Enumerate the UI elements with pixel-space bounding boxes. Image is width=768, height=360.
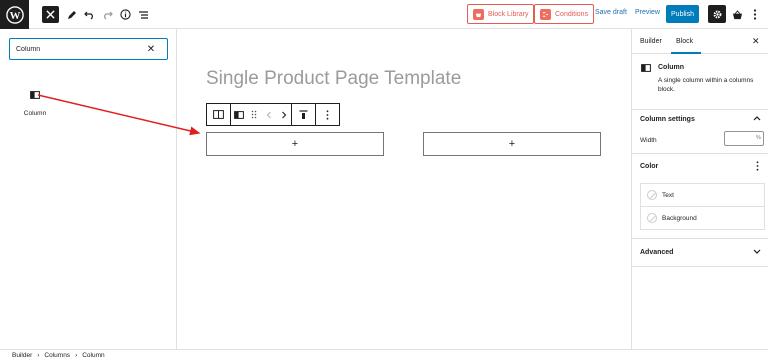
publish-button[interactable]: Publish bbox=[666, 5, 699, 23]
conditions-button[interactable]: Conditions bbox=[534, 4, 595, 24]
tab-builder[interactable]: Builder bbox=[640, 38, 662, 45]
breadcrumb-separator-icon: › bbox=[75, 351, 78, 359]
width-input[interactable]: % bbox=[724, 131, 764, 146]
move-left-button[interactable] bbox=[261, 104, 276, 125]
preview-button[interactable]: Preview bbox=[635, 9, 660, 16]
chevron-down-icon[interactable] bbox=[753, 248, 761, 257]
pencil-icon bbox=[67, 10, 76, 19]
color-item-label: Text bbox=[662, 191, 674, 199]
vertical-ellipsis-icon bbox=[753, 9, 756, 20]
block-library-label: Block Library bbox=[488, 10, 529, 18]
column-block-icon bbox=[30, 91, 40, 99]
block-mover-group bbox=[231, 103, 292, 126]
close-inserter-button[interactable] bbox=[42, 6, 59, 23]
close-sidebar-icon[interactable]: ✕ bbox=[752, 36, 760, 47]
color-item-background[interactable]: Background bbox=[640, 206, 765, 230]
settings-sidebar: Builder Block ✕ Column A single column w… bbox=[631, 29, 768, 349]
add-block-icon[interactable]: + bbox=[292, 138, 298, 150]
chevron-left-icon bbox=[266, 111, 271, 118]
parent-block-selector[interactable] bbox=[206, 103, 231, 126]
block-search: ✕ bbox=[9, 38, 168, 60]
redo-icon bbox=[104, 11, 113, 19]
block-type-button[interactable] bbox=[231, 104, 246, 125]
top-toolbar: W Block Library Conditions Save draft Pr… bbox=[0, 0, 768, 29]
sidebar-tabs: Builder Block ✕ bbox=[632, 29, 768, 54]
columns-icon bbox=[213, 110, 224, 119]
color-options-icon[interactable] bbox=[756, 161, 759, 173]
conditions-label: Conditions bbox=[555, 10, 589, 18]
clear-search-icon[interactable]: ✕ bbox=[145, 43, 157, 55]
vertical-ellipsis-icon bbox=[326, 109, 329, 120]
gear-icon bbox=[713, 10, 721, 18]
breadcrumb-item[interactable]: Columns bbox=[44, 352, 70, 359]
conditions-icon bbox=[540, 8, 551, 20]
vertical-align-button[interactable] bbox=[292, 103, 316, 126]
details-button[interactable] bbox=[117, 6, 134, 23]
close-icon bbox=[46, 10, 55, 19]
chevron-right-icon bbox=[281, 111, 286, 118]
breadcrumb-item[interactable]: Builder bbox=[12, 352, 32, 359]
empty-swatch-icon bbox=[647, 213, 657, 223]
column-block-icon bbox=[233, 110, 244, 119]
block-name: Column bbox=[658, 64, 685, 71]
block-result-column[interactable]: Column bbox=[14, 87, 56, 121]
width-unit[interactable]: % bbox=[756, 135, 761, 141]
undo-icon bbox=[84, 11, 93, 19]
info-icon bbox=[120, 9, 131, 20]
color-item-text[interactable]: Text bbox=[640, 183, 765, 207]
column-settings-title[interactable]: Column settings bbox=[640, 116, 695, 123]
block-card: Column A single column within a columns … bbox=[632, 54, 768, 110]
add-block-icon[interactable]: + bbox=[509, 138, 515, 150]
color-panel: Color Text Background bbox=[632, 154, 768, 239]
woocommerce-button[interactable] bbox=[729, 6, 746, 23]
block-inserter-panel: ✕ Column bbox=[0, 29, 177, 349]
align-top-icon bbox=[299, 109, 308, 119]
column-settings-panel: Column settings Width % bbox=[632, 110, 768, 154]
column-block-1[interactable]: + bbox=[206, 132, 384, 156]
page-title[interactable]: Single Product Page Template bbox=[206, 68, 461, 90]
block-description: A single column within a columns block. bbox=[658, 77, 754, 93]
color-item-label: Background bbox=[662, 214, 697, 222]
block-library-button[interactable]: Block Library bbox=[467, 4, 535, 24]
breadcrumb-item[interactable]: Column bbox=[82, 352, 104, 359]
list-view-icon bbox=[139, 10, 148, 19]
move-right-button[interactable] bbox=[276, 104, 291, 125]
block-library-icon bbox=[473, 8, 484, 20]
advanced-panel[interactable]: Advanced bbox=[632, 239, 768, 267]
block-search-input[interactable] bbox=[16, 44, 136, 55]
drag-handle[interactable] bbox=[246, 104, 261, 125]
options-menu-button[interactable] bbox=[746, 6, 763, 23]
empty-swatch-icon bbox=[647, 190, 657, 200]
tools-button[interactable] bbox=[63, 6, 80, 23]
editor-canvas: Single Product Page Template + + bbox=[177, 29, 631, 349]
width-label: Width bbox=[640, 137, 657, 144]
breadcrumb-separator-icon: › bbox=[37, 351, 40, 359]
column-block-icon bbox=[641, 64, 651, 72]
list-view-button[interactable] bbox=[135, 6, 152, 23]
save-draft-button[interactable]: Save draft bbox=[595, 9, 627, 16]
color-title: Color bbox=[640, 163, 659, 170]
basket-icon bbox=[732, 9, 743, 19]
svg-text:W: W bbox=[9, 10, 20, 22]
undo-button[interactable] bbox=[81, 6, 98, 23]
drag-handle-icon bbox=[251, 110, 256, 119]
column-block-2[interactable]: + bbox=[423, 132, 601, 156]
chevron-up-icon[interactable] bbox=[753, 114, 761, 123]
block-result-label: Column bbox=[23, 110, 47, 117]
redo-button[interactable] bbox=[99, 6, 116, 23]
tab-block[interactable]: Block bbox=[676, 38, 693, 45]
block-toolbar bbox=[206, 103, 340, 126]
advanced-title[interactable]: Advanced bbox=[640, 249, 673, 256]
settings-button[interactable] bbox=[708, 5, 726, 23]
breadcrumb: Builder › Columns › Column bbox=[0, 349, 768, 360]
wordpress-logo-icon[interactable]: W bbox=[0, 0, 29, 29]
block-options-button[interactable] bbox=[316, 103, 340, 126]
